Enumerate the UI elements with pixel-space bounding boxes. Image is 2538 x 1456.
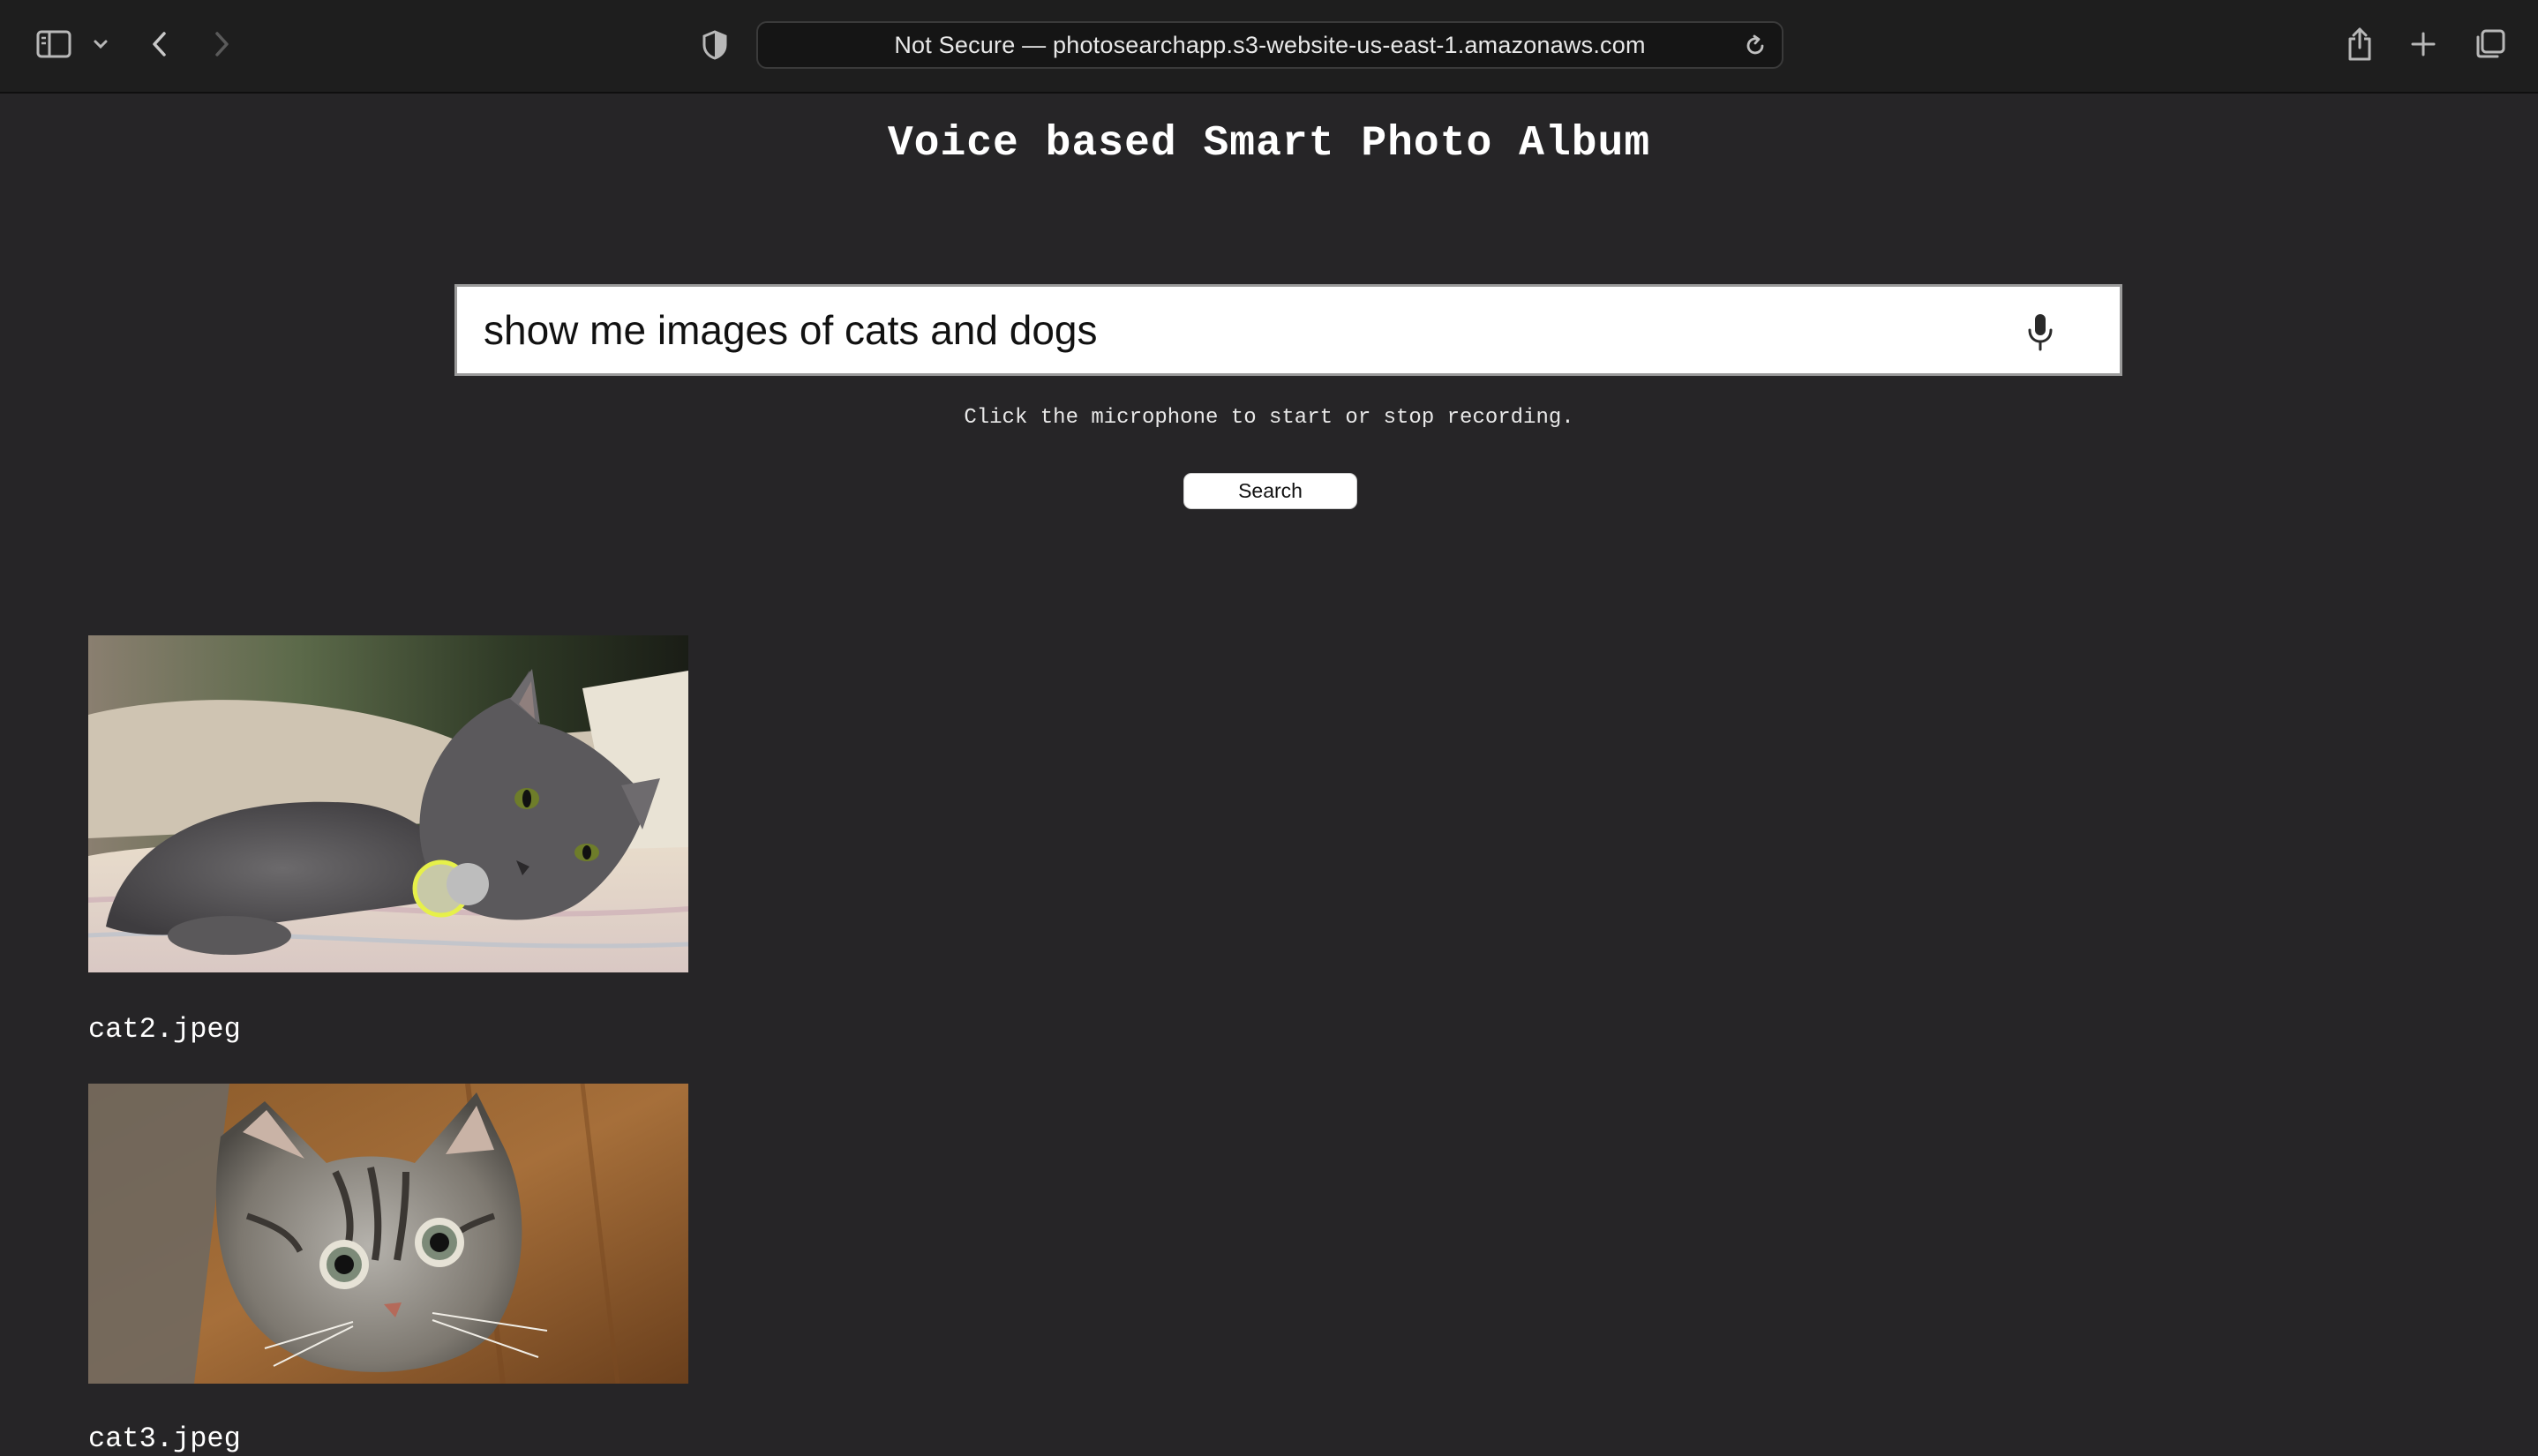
address-text: Not Secure — photosearchapp.s3-website-u… [894,31,1646,58]
chevron-down-icon[interactable] [90,34,111,55]
result-filename: cat3.jpeg [88,1422,241,1455]
recording-hint: Click the microphone to start or stop re… [964,406,1574,430]
browser-toolbar: Not Secure — photosearchapp.s3-website-u… [0,0,2538,94]
reload-icon[interactable] [1743,34,1768,58]
forward-icon[interactable] [208,26,235,62]
search-button[interactable]: Search [1183,473,1357,509]
search-input[interactable] [484,295,1984,365]
result-item[interactable]: cat2.jpeg [88,635,688,1046]
result-image[interactable] [88,635,688,972]
sidebar-icon[interactable] [34,26,74,62]
address-bar[interactable]: Not Secure — photosearchapp.s3-website-u… [756,21,1783,69]
result-filename: cat2.jpeg [88,1013,241,1046]
microphone-icon[interactable] [2023,311,2058,352]
back-icon[interactable] [146,26,173,62]
result-item[interactable]: cat3.jpeg [88,1084,688,1455]
tab-overview-icon[interactable] [2473,26,2508,62]
result-image[interactable] [88,1084,688,1384]
share-icon[interactable] [2344,25,2376,64]
new-tab-icon[interactable] [2407,28,2439,60]
privacy-shield-icon[interactable] [700,28,730,62]
search-box [454,284,2122,376]
page-title: Voice based Smart Photo Album [887,120,1651,168]
